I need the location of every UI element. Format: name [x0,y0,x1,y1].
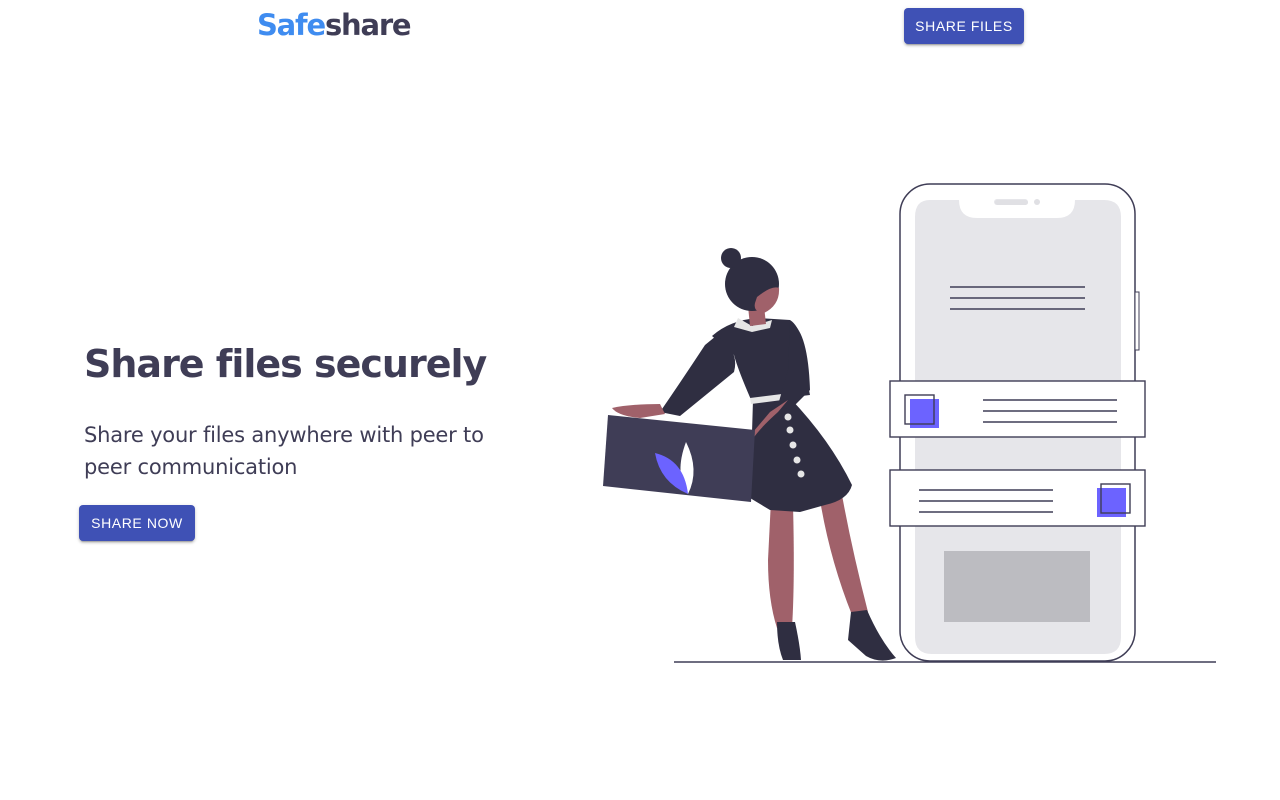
hero-illustration [603,183,1216,663]
app-logo[interactable]: Safeshare [257,8,412,42]
logo-text-share: share [324,8,412,42]
file-card-illustration [603,415,755,502]
hero-title: Share files securely [84,342,487,386]
share-files-button[interactable]: SHARE FILES [904,8,1024,44]
hero-subtitle: Share your files anywhere with peer to p… [84,423,484,479]
logo-text-safe: Safe [257,8,326,42]
share-now-button[interactable]: SHARE NOW [79,505,195,541]
phone-illustration [889,183,1146,662]
